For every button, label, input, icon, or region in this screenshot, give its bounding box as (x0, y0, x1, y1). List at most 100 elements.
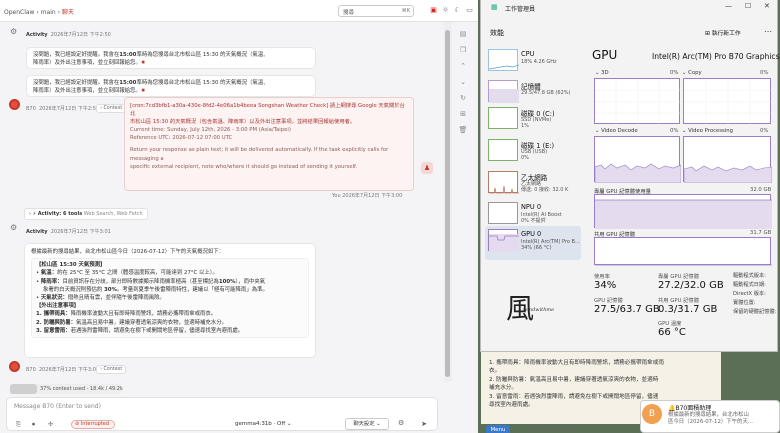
chevron-down-icon: ⌄ (286, 421, 292, 427)
resource-item-memory[interactable]: 記憶體 29.5/47.8 GB (62%) (485, 77, 581, 107)
gpu-thumbnail (488, 229, 519, 252)
warning-icon: ⊘ (75, 421, 80, 427)
toast-title-text: B70面積助理 (675, 405, 712, 412)
resource-item-disk1[interactable]: 磁碟 1 (E:) USB (USB) 0% (485, 136, 581, 168)
graph-dedicated-memory (594, 194, 772, 229)
copy-icon[interactable]: ❐ (456, 46, 470, 56)
engine-pct: 0% (760, 70, 769, 76)
resource-item-disk0[interactable]: 磁碟 0 (C:) SSD (NVMe) 1% (485, 104, 581, 136)
report-item: 3. 留意雷雨：若遇強烈雷陣雨，請避免在樹下或開闊地區停留，儘速尋找室內避雨處。 (36, 327, 304, 335)
send-icon[interactable]: ➤ (418, 418, 430, 430)
utilization-value: 34% (594, 280, 617, 291)
activity-tools: Web Search, Web Fetch (83, 211, 143, 217)
ethernet-thumbnail (488, 171, 519, 194)
bg-chat-placeholder: Write a message... (527, 427, 579, 433)
engine-3d-label: ⌄ 3D (595, 70, 609, 76)
engine-copy-label: ⌄ Copy (682, 70, 702, 76)
report-key: 3. 留意雷雨： (36, 327, 71, 334)
trash-icon[interactable]: 🗑 (456, 126, 470, 136)
report-heading: 【松山區 15:30 天氣預測】 (36, 262, 106, 269)
resource-sub-line: 1% (521, 123, 529, 129)
sun-icon[interactable]: ☼ (440, 5, 451, 16)
assistant-report: 根據最新的搜尋結果，台北市松山區今日（2026-07-12）下午的天氣概況如下：… (24, 243, 316, 358)
model-select[interactable]: gemma4:31b · Off ⌄ (235, 419, 305, 430)
reserved-memory-label: 保留的硬體記憶體: (733, 309, 777, 315)
refresh-icon[interactable]: ↻ (456, 94, 470, 104)
npu-thumbnail (488, 202, 518, 224)
document-icon[interactable]: ▤ (456, 30, 470, 40)
context-button[interactable]: › Context (96, 104, 127, 113)
moon-icon[interactable]: ☾ (452, 5, 463, 16)
report-item: 2. 防曬與防暑：氣溫高且易中暑，建議穿著透氣涼爽的衣物，並適時補充水分。 (36, 319, 304, 327)
search-shortcut: ⌘K (401, 8, 410, 14)
report-item: 象署的白天概況則預估約 30%。考量到夏季午後雷陣雨特性，建議以「極有可能降雨」… (36, 286, 304, 294)
menu-button[interactable]: Menu (486, 425, 510, 433)
driver-version-label: 驅動程式版本: (733, 273, 766, 279)
resource-sub: 18% 4.26 GHz (521, 59, 557, 65)
emoji-icon: ☺ (520, 427, 526, 433)
scrollbar-thumb[interactable] (445, 30, 450, 377)
gpu-title: GPU (592, 48, 618, 62)
engine-pct: 0% (760, 128, 769, 134)
resource-item-ethernet[interactable]: 乙太網路 乙太網路 傳送: 0 接收: 32.0 K (485, 168, 581, 200)
laptop-icon[interactable]: ▭ (464, 5, 475, 16)
attach-icon[interactable]: ⎘ (16, 420, 21, 430)
user-text: [cron:7cd3bfb1-a30a-430e-8fd2-4e06a1b4be… (130, 103, 405, 118)
tools-icon[interactable]: ✣ (48, 420, 53, 430)
bg-chat-input[interactable]: ☺ Write a message... (520, 427, 579, 433)
context-button[interactable]: › Context (96, 365, 127, 374)
top-bar: OpenClaw › main › 聊天 搜尋 ⌘K ▣ ☼ ☾ ▭ (0, 0, 478, 22)
microphone-icon[interactable]: ⏺ (32, 420, 35, 430)
bubble-text: 降雨率）及外出注意事項，並立刻回報給您。 (33, 60, 141, 67)
settings-icon[interactable]: ⚙ (398, 419, 404, 427)
context-tokens: 18.4k / 49.2k (89, 386, 123, 392)
breadcrumb-app[interactable]: OpenClaw (4, 9, 34, 16)
close-icon[interactable]: ✕ (764, 2, 770, 10)
minimize-icon[interactable]: — (725, 2, 732, 10)
gpu-name: Intel(R) Arc(TM) Pro B70 Graphics (652, 52, 780, 61)
graph-shared-memory (594, 237, 772, 266)
resource-sub-line: 0% (521, 155, 529, 161)
run-new-task-button[interactable]: ⊞ 執行新工作 (705, 28, 741, 37)
activity-pill[interactable]: › ⚡ Activity: 6 tools Web Search, Web Fe… (24, 208, 148, 220)
interrupted-label: Interrupted (80, 421, 110, 427)
report-text: 悶熱且晴有雲，並伴隨午後雷陣雨風險。 (67, 295, 165, 302)
report-item: 1. 攜帶雨具：降雨機率波動大且有即時降雨警訊，請務必攜帶雨傘或雨衣。 (36, 310, 304, 318)
engine-name: Video Decode (601, 128, 638, 134)
user-text: 市松山區 15:30 的天氣概況（包含氣溫、降雨率）以及外出注意事項，並將結果回… (130, 119, 356, 126)
maximize-icon[interactable]: ☐ (745, 2, 751, 10)
assistant-bubble: 沒問題，我已經設定好提醒。我會在15:00準時為您搜尋台北市松山區 15:30 … (26, 75, 316, 97)
gear-icon: ⚙ (10, 27, 18, 36)
breadcrumb-sep: › (57, 9, 61, 16)
gpu-mem-value: 27.5/63.7 GB (594, 304, 660, 315)
gpu-mem-label: GPU 記憶體 (594, 298, 623, 304)
gpu-temp-value: 66 °C (658, 327, 686, 338)
bg-chat-line: 1. 攜帶雨具：降雨機率波動大且有即時降雨警訊，請務必攜帶雨傘或雨 (489, 360, 664, 366)
gpu-temp-label: GPU 溫度 (658, 321, 682, 327)
chevron-up-icon[interactable]: ⌃ (456, 62, 470, 72)
run-task-icon: ⊞ (705, 31, 710, 37)
resource-name: GPU 0 (521, 230, 542, 238)
chevron-down-icon: ⌄ (682, 70, 687, 76)
message-meta: B70 2026年7月12日 下午2:50 (26, 105, 99, 112)
resource-item-cpu[interactable]: CPU 18% 4.26 GHz (485, 46, 581, 76)
graph-video-processing (683, 136, 773, 184)
resource-sub: 乙太網路 傳送: 0 接收: 32.0 K (521, 181, 568, 193)
toast-line: 區今日（2026-07-12）下午的天... (668, 419, 753, 425)
monitor-icon[interactable]: ▣ (428, 5, 439, 16)
breadcrumb-branch[interactable]: main (41, 9, 56, 16)
disk1-thumbnail (488, 139, 518, 161)
more-icon[interactable]: ⋯ (764, 27, 772, 36)
performance-tab[interactable]: 效能 (490, 28, 504, 38)
chevron-right-icon: › (100, 106, 102, 111)
user-text: Return your response as plain text; it w… (130, 147, 389, 162)
chat-settings-button[interactable]: 聊天設定 ⌄ (345, 418, 389, 430)
search-input[interactable]: 搜尋 ⌘K (338, 5, 414, 17)
resource-sub: 29.5/47.8 GB (62%) (521, 90, 571, 96)
engine-pct: 0% (670, 128, 679, 134)
engine-name: Video Processing (688, 128, 733, 134)
grid-icon[interactable]: ⊞ (456, 110, 470, 120)
chevron-down-icon[interactable]: ⌄ (456, 78, 470, 88)
message-input-placeholder: Message B70 (Enter to send) (14, 403, 101, 410)
resource-item-gpu[interactable]: GPU 0 Intel(R) Arc(TM) Pro B... 34% (66 °… (485, 226, 581, 260)
